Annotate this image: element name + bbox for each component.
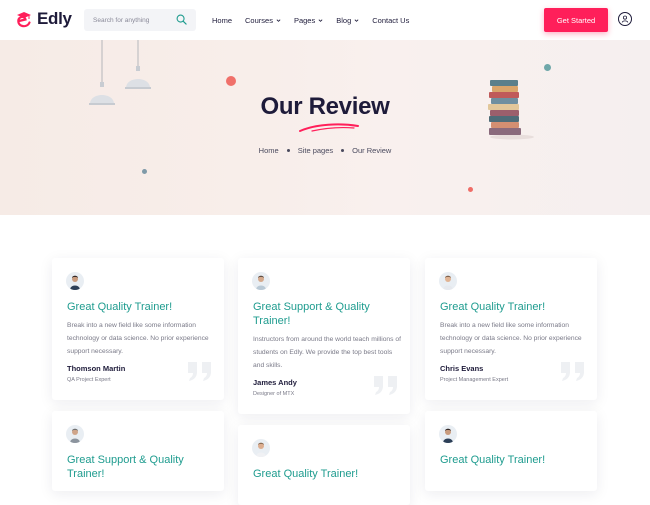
breadcrumb-site-pages[interactable]: Site pages [298, 146, 333, 155]
breadcrumb-separator [286, 149, 290, 152]
reviewer-role: Project Management Expert [440, 377, 509, 383]
decor-dot [468, 187, 473, 192]
reviewer-name: Chris Evans [440, 364, 484, 373]
nav-label: Courses [245, 15, 273, 25]
reviewer-role: Designer of MTX [253, 391, 295, 397]
breadcrumb-home[interactable]: Home [259, 146, 279, 155]
review-title: Great Support & Quality Trainer! [253, 301, 370, 327]
avatar [252, 439, 270, 457]
avatar [66, 272, 84, 290]
review-text: Break into a new field like some informa… [440, 322, 582, 355]
review-title: Great Quality Trainer! [253, 468, 359, 480]
review-text: Break into a new field like some informa… [67, 322, 209, 355]
review-card: Great Quality Trainer! [238, 425, 410, 505]
avatar [439, 425, 457, 443]
nav-home[interactable]: Home [212, 16, 232, 25]
chevron-down-icon [354, 18, 359, 22]
nav-label: Home [212, 15, 233, 25]
review-card: Great Support & Quality Trainer! Instruc… [238, 258, 410, 414]
quote-icon [561, 362, 584, 381]
quote-icon [188, 362, 211, 381]
main-nav: Home Courses Pages Blog Contact Us [212, 0, 422, 40]
search-icon[interactable] [176, 14, 187, 25]
hanging-lamp-illustration [125, 40, 151, 89]
logo[interactable]: Edly [14, 9, 72, 29]
nav-label: Pages [293, 15, 316, 25]
review-text: Instructors from around the world teach … [253, 336, 401, 369]
reviewer-name: Thomson Martin [67, 364, 126, 373]
reviewer-role: QA Project Expert [67, 377, 111, 383]
review-card: Great Quality Trainer! Break into a new … [425, 258, 597, 400]
nav-label: Contact Us [372, 15, 410, 25]
avatar [66, 425, 84, 443]
decor-dot [226, 76, 236, 86]
decor-dot [544, 64, 551, 71]
avatar [439, 272, 457, 290]
search-input[interactable] [93, 9, 173, 31]
decor-dot [142, 169, 147, 174]
title-underline-decoration [299, 123, 359, 132]
nav-contact[interactable]: Contact Us [372, 16, 409, 25]
get-started-button[interactable]: Get Started [544, 8, 608, 32]
review-title: Great Quality Trainer! [440, 454, 546, 466]
review-title: Great Quality Trainer! [440, 301, 546, 313]
quote-icon [374, 376, 397, 395]
nav-pages[interactable]: Pages [294, 16, 323, 25]
nav-label: Blog [336, 15, 352, 25]
review-card: Great Support & Quality Trainer! [52, 411, 224, 491]
site-header: Edly Home Courses Pages Blog Contact Us … [0, 0, 650, 40]
search-box [84, 9, 196, 31]
nav-courses[interactable]: Courses [245, 16, 281, 25]
breadcrumb: Home Site pages Our Review [0, 146, 650, 155]
breadcrumb-current: Our Review [352, 146, 392, 155]
page-banner: Our Review Home Site pages Our Review [0, 40, 650, 215]
logo-icon [17, 12, 31, 28]
chevron-down-icon [276, 18, 281, 22]
breadcrumb-separator [341, 149, 345, 152]
review-title: Great Quality Trainer! [67, 301, 173, 313]
reviewer-name: James Andy [253, 378, 297, 387]
logo-text: Edly [37, 9, 72, 28]
nav-blog[interactable]: Blog [336, 16, 359, 25]
chevron-down-icon [318, 18, 323, 22]
review-card: Great Quality Trainer! [425, 411, 597, 491]
user-icon [621, 15, 629, 23]
avatar [252, 272, 270, 290]
review-title: Great Support & Quality Trainer! [67, 454, 184, 480]
page-title: Our Review [260, 93, 390, 120]
user-account-button[interactable] [618, 12, 632, 26]
review-card: Great Quality Trainer! Break into a new … [52, 258, 224, 400]
